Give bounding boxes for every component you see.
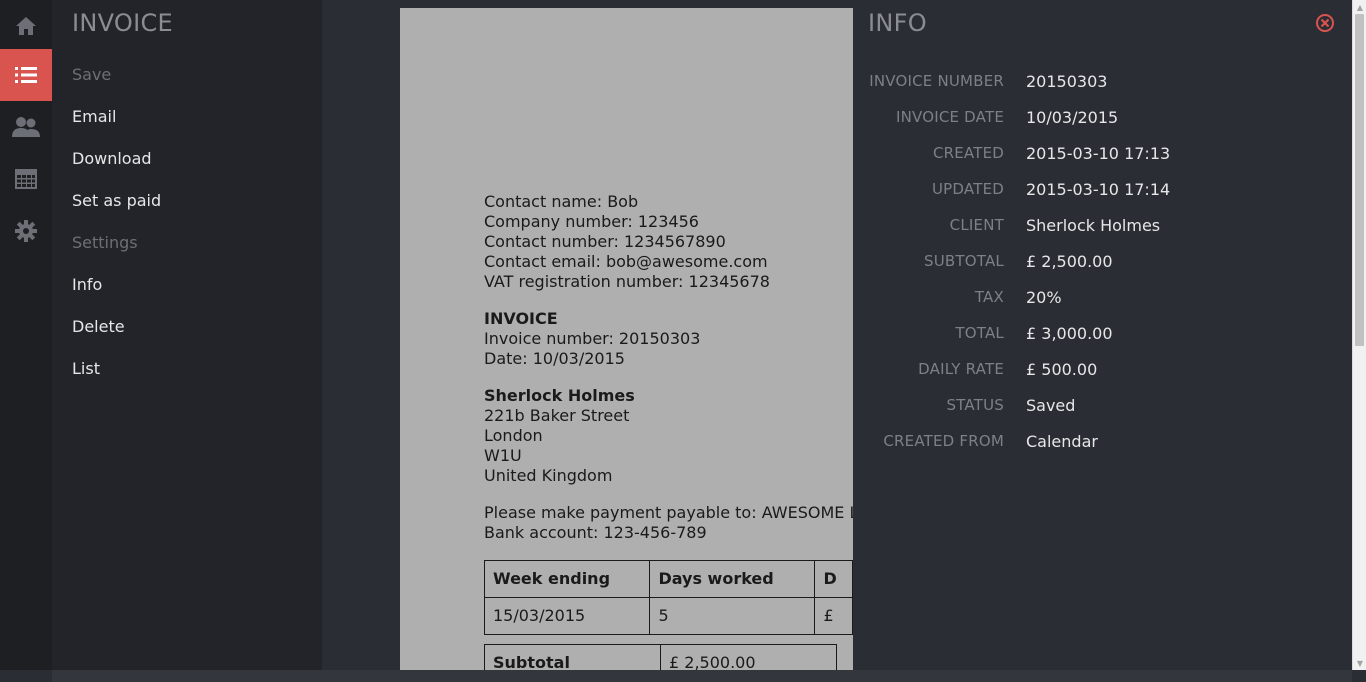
client-street: 221b Baker Street	[484, 406, 630, 425]
table-row: Subtotal £ 2,500.00	[484, 644, 837, 670]
info-value: 20150303	[1026, 72, 1108, 91]
totals-table: Subtotal £ 2,500.00	[484, 644, 837, 670]
invoice-header-block: INVOICE Invoice number: 20150303 Date: 1…	[484, 309, 700, 369]
company-number: Company number: 123456	[484, 212, 699, 231]
home-icon	[16, 17, 36, 35]
menu-item-email[interactable]: Email	[72, 107, 116, 126]
gear-icon	[15, 220, 37, 242]
close-button[interactable]	[1315, 13, 1335, 33]
contact-number: Contact number: 1234567890	[484, 232, 726, 251]
client-block: Sherlock Holmes 221b Baker Street London…	[484, 386, 635, 486]
menu-item-settings[interactable]: Settings	[72, 233, 138, 252]
horizontal-scrollbar[interactable]	[0, 670, 1366, 682]
client-country: United Kingdom	[484, 466, 613, 485]
info-label: CREATED	[932, 144, 1004, 162]
info-label: INVOICE DATE	[895, 108, 1004, 126]
nav-home[interactable]	[0, 0, 52, 52]
scroll-down-arrow-icon[interactable]: ▼	[1353, 656, 1366, 670]
menu-title: INVOICE	[72, 9, 174, 37]
nav-clients[interactable]	[0, 101, 52, 153]
info-value: 2015-03-10 17:13	[1026, 144, 1171, 163]
info-value: Saved	[1026, 396, 1076, 415]
info-panel: INFO INVOICE NUMBER 20150303 INVOICE DAT…	[853, 0, 1352, 670]
info-value: Sherlock Holmes	[1026, 216, 1161, 235]
table-cell: £	[814, 597, 853, 635]
info-label: DAILY RATE	[918, 360, 1004, 378]
icon-rail	[0, 0, 52, 670]
info-title: INFO	[868, 9, 927, 37]
menu-item-delete[interactable]: Delete	[72, 317, 125, 336]
contact-block: Contact name: Bob Company number: 123456…	[484, 192, 770, 292]
invoice-document: Contact name: Bob Company number: 123456…	[400, 8, 853, 670]
table-row: 15/03/2015 5 £	[483, 597, 853, 635]
menu-item-list[interactable]: List	[72, 359, 100, 378]
contact-email: Contact email: bob@awesome.com	[484, 252, 768, 271]
horizontal-scroll-track[interactable]	[52, 670, 1352, 682]
info-label: TAX	[974, 288, 1004, 306]
totals-value: £ 2,500.00	[660, 644, 837, 670]
info-value: 2015-03-10 17:14	[1026, 180, 1171, 199]
table-cell: 15/03/2015	[483, 597, 651, 635]
invoice-heading: INVOICE	[484, 309, 558, 328]
nav-invoices[interactable]	[0, 49, 52, 101]
totals-label: Subtotal	[484, 644, 661, 670]
invoice-date: Date: 10/03/2015	[484, 349, 625, 368]
payment-payable: Please make payment payable to: AWESOME …	[484, 503, 853, 522]
nav-settings[interactable]	[0, 205, 52, 257]
info-value: £ 2,500.00	[1026, 252, 1113, 271]
client-postcode: W1U	[484, 446, 522, 465]
menu-item-save[interactable]: Save	[72, 65, 111, 84]
table-cell: 5	[649, 597, 816, 635]
info-label: TOTAL	[955, 324, 1004, 342]
users-icon	[12, 117, 40, 137]
menu-item-info[interactable]: Info	[72, 275, 102, 294]
list-icon	[15, 67, 37, 83]
info-label: CREATED FROM	[883, 432, 1004, 450]
info-value: Calendar	[1026, 432, 1098, 451]
info-label: UPDATED	[932, 180, 1004, 198]
info-label: STATUS	[946, 396, 1004, 414]
table-header-row: Week ending Days worked D	[483, 560, 853, 598]
payment-block: Please make payment payable to: AWESOME …	[484, 503, 853, 543]
client-city: London	[484, 426, 543, 445]
table-header: D	[814, 560, 853, 598]
info-label: INVOICE NUMBER	[869, 72, 1004, 90]
scroll-thumb[interactable]	[1355, 14, 1364, 346]
client-name: Sherlock Holmes	[484, 386, 635, 405]
invoice-menu: INVOICE Save Email Download Set as paid …	[52, 0, 322, 670]
menu-item-set-as-paid[interactable]: Set as paid	[72, 191, 161, 210]
work-table: Week ending Days worked D 15/03/2015 5 £	[483, 560, 853, 635]
close-circle-icon	[1316, 14, 1334, 32]
table-header: Days worked	[649, 560, 816, 598]
info-value: 10/03/2015	[1026, 108, 1119, 127]
invoice-number: Invoice number: 20150303	[484, 329, 701, 348]
calendar-icon	[15, 169, 37, 189]
vertical-scrollbar[interactable]: ▲ ▼	[1352, 0, 1366, 670]
info-value: £ 3,000.00	[1026, 324, 1113, 343]
vat-number: VAT registration number: 12345678	[484, 272, 770, 291]
info-value: 20%	[1026, 288, 1062, 307]
bank-account: Bank account: 123-456-789	[484, 523, 707, 542]
menu-item-download[interactable]: Download	[72, 149, 152, 168]
info-label: SUBTOTAL	[924, 252, 1004, 270]
contact-name: Contact name: Bob	[484, 192, 639, 211]
info-value: £ 500.00	[1026, 360, 1098, 379]
info-label: CLIENT	[949, 216, 1004, 234]
scroll-up-arrow-icon[interactable]: ▲	[1353, 0, 1366, 14]
table-header: Week ending	[483, 560, 651, 598]
nav-calendar[interactable]	[0, 153, 52, 205]
